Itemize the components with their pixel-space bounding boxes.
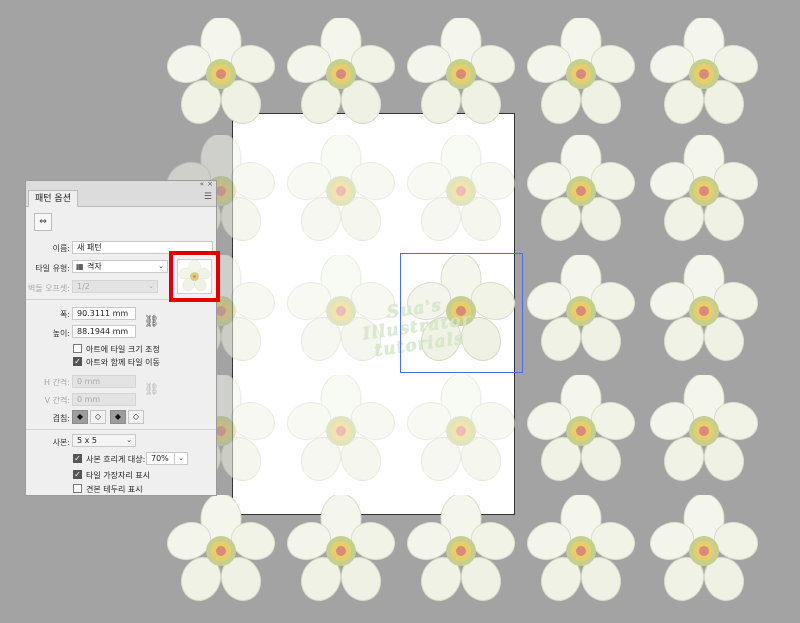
overlap-label: 겹침:	[52, 414, 70, 423]
width-label: 폭:	[59, 310, 70, 319]
chevron-down-icon: ⌄	[158, 262, 164, 270]
flower-copy	[401, 133, 521, 248]
chevron-down-icon: ⌄	[126, 436, 132, 444]
tile-type-select[interactable]: ▦ 격자 ⌄	[72, 260, 168, 273]
flower-copy	[521, 493, 641, 608]
hamburger-menu-icon[interactable]: ☰	[204, 192, 212, 202]
move-tile-with-art-label: 아트와 함께 타일 이동	[86, 358, 160, 367]
pattern-tile-bounding-box[interactable]	[400, 253, 523, 373]
dim-copies-dropdown[interactable]: ⌄	[174, 452, 188, 465]
brick-offset-value: 1/2	[77, 282, 90, 291]
right-in-front-icon[interactable]: ◇	[90, 410, 106, 424]
flower-copy	[401, 493, 521, 608]
flower-copy	[161, 16, 281, 131]
flower-copy	[281, 16, 401, 131]
pattern-tile-tool-icon[interactable]: ⇔	[34, 213, 52, 231]
dim-copies-checkbox[interactable]: ✓	[73, 454, 82, 463]
grid-tile-icon: ▦	[76, 262, 84, 271]
pattern-options-panel: « × 패턴 옵션 ☰ ⇔ 이름: 새 패턴 타일 유형: ▦ 격자 ⌄ 벽돌 …	[25, 180, 217, 496]
show-tile-edge-label: 타일 가장자리 표시	[86, 471, 150, 480]
size-tile-to-art-checkbox[interactable]	[73, 344, 82, 353]
close-panel-icon[interactable]: ×	[207, 180, 213, 188]
flower-copy	[401, 16, 521, 131]
collapse-panel-icon[interactable]: «	[200, 180, 204, 188]
flower-copy	[401, 373, 521, 488]
tab-pattern-options[interactable]: 패턴 옵션	[28, 190, 78, 207]
width-field[interactable]: 90.3111 mm	[72, 307, 136, 320]
copies-label: 사본:	[52, 438, 70, 447]
link-dimensions-icon[interactable]: ⛓	[144, 314, 159, 328]
tile-preview-thumbnail	[177, 259, 212, 294]
show-swatch-bounds-label: 견본 테두리 표시	[86, 485, 143, 494]
height-field[interactable]: 88.1944 mm	[72, 325, 136, 338]
chevron-down-icon: ⌄	[178, 454, 184, 462]
tile-type-value: 격자	[87, 262, 102, 271]
flower-copy	[161, 493, 281, 608]
v-spacing-field: 0 mm	[72, 393, 136, 406]
panel-titlebar[interactable]: « ×	[26, 180, 216, 189]
flower-copy	[644, 373, 764, 488]
dim-copies-label: 사본 흐리게 대상:	[86, 455, 146, 464]
flower-copy	[644, 16, 764, 131]
flower-copy	[644, 133, 764, 248]
flower-copy	[644, 253, 764, 368]
top-in-front-icon[interactable]: ◆	[110, 410, 126, 424]
v-spacing-label: V 간격:	[44, 396, 70, 405]
flower-copy	[281, 493, 401, 608]
tile-preview-highlight	[169, 251, 220, 302]
height-label: 높이:	[52, 329, 70, 338]
move-tile-with-art-checkbox[interactable]: ✓	[73, 357, 82, 366]
link-spacing-icon: ⛓	[144, 382, 160, 396]
panel-tab-row: 패턴 옵션 ☰	[26, 189, 216, 207]
left-in-front-icon[interactable]: ◆	[72, 410, 88, 424]
chevron-down-icon: ⌄	[148, 282, 154, 290]
flower-copy	[521, 253, 641, 368]
flower-copy	[521, 373, 641, 488]
h-spacing-field: 0 mm	[72, 375, 136, 388]
flower-copy	[521, 16, 641, 131]
divider	[26, 429, 216, 430]
brick-offset-label: 벽돌 오프셋:	[27, 284, 70, 293]
h-spacing-label: H 간격:	[44, 378, 70, 387]
flower-copy	[281, 373, 401, 488]
copies-value: 5 x 5	[77, 436, 97, 445]
show-tile-edge-checkbox[interactable]: ✓	[73, 470, 82, 479]
tile-type-label: 타일 유형:	[35, 264, 70, 273]
flower-copy	[521, 133, 641, 248]
copies-select[interactable]: 5 x 5 ⌄	[72, 434, 136, 447]
show-swatch-bounds-checkbox[interactable]	[73, 484, 82, 493]
name-label: 이름:	[52, 244, 70, 253]
brick-offset-select: 1/2 ⌄	[72, 280, 158, 293]
flower-copy	[281, 133, 401, 248]
bottom-in-front-icon[interactable]: ◇	[128, 410, 144, 424]
size-tile-to-art-label: 아트에 타일 크기 조정	[86, 345, 160, 354]
flower-copy	[644, 493, 764, 608]
